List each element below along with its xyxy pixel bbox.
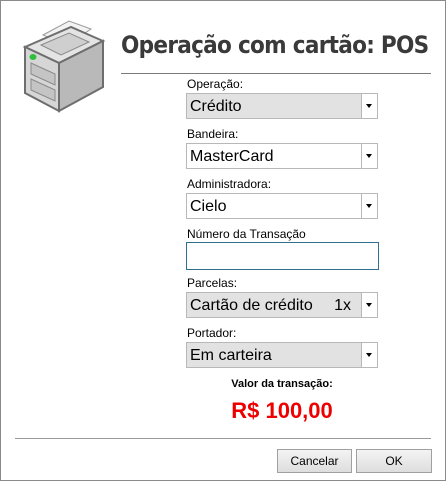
chevron-down-icon xyxy=(366,104,372,108)
portador-dropdown-button[interactable] xyxy=(361,343,377,367)
administradora-dropdown-button[interactable] xyxy=(361,194,377,218)
chevron-down-icon xyxy=(366,154,372,158)
numero-transacao-label: Número da Transação xyxy=(187,227,306,241)
portador-label: Portador: xyxy=(187,326,237,340)
bandeira-value: MasterCard xyxy=(190,148,274,165)
parcelas-value: Cartão de crédito xyxy=(190,297,313,314)
portador-value: Em carteira xyxy=(190,347,272,364)
portador-select[interactable]: Em carteira xyxy=(186,342,378,368)
cancel-button[interactable]: Cancelar xyxy=(277,449,352,473)
pos-printer-icon xyxy=(22,20,106,113)
chevron-down-icon xyxy=(366,353,372,357)
chevron-down-icon xyxy=(366,303,372,307)
administradora-select[interactable]: Cielo xyxy=(186,193,378,219)
valor-transacao-amount: R$ 100,00 xyxy=(231,398,333,423)
ok-button[interactable]: OK xyxy=(356,449,432,473)
operacao-label: Operação: xyxy=(187,77,244,91)
parcelas-label: Parcelas: xyxy=(187,276,238,290)
parcelas-dropdown-button[interactable] xyxy=(361,293,377,317)
operacao-value: Crédito xyxy=(190,98,242,115)
dialog-title: Operação com cartão: POS xyxy=(121,31,429,59)
chevron-down-icon xyxy=(366,204,372,208)
administradora-label: Administradora: xyxy=(187,177,272,191)
title-divider xyxy=(121,73,431,74)
bandeira-select[interactable]: MasterCard xyxy=(186,143,378,169)
bandeira-dropdown-button[interactable] xyxy=(361,144,377,168)
operacao-dropdown-button[interactable] xyxy=(361,94,377,118)
parcelas-installments: 1x xyxy=(334,297,351,314)
footer-divider xyxy=(15,438,431,439)
dialog-window: Operação com cartão: POS Operação: Crédi… xyxy=(0,0,446,481)
valor-transacao-label: Valor da transação: xyxy=(231,378,333,390)
administradora-value: Cielo xyxy=(190,198,227,215)
bandeira-label: Bandeira: xyxy=(187,127,239,141)
parcelas-select[interactable]: Cartão de crédito 1x xyxy=(186,292,378,318)
numero-transacao-input[interactable] xyxy=(186,242,379,270)
operacao-select[interactable]: Crédito xyxy=(186,93,378,119)
